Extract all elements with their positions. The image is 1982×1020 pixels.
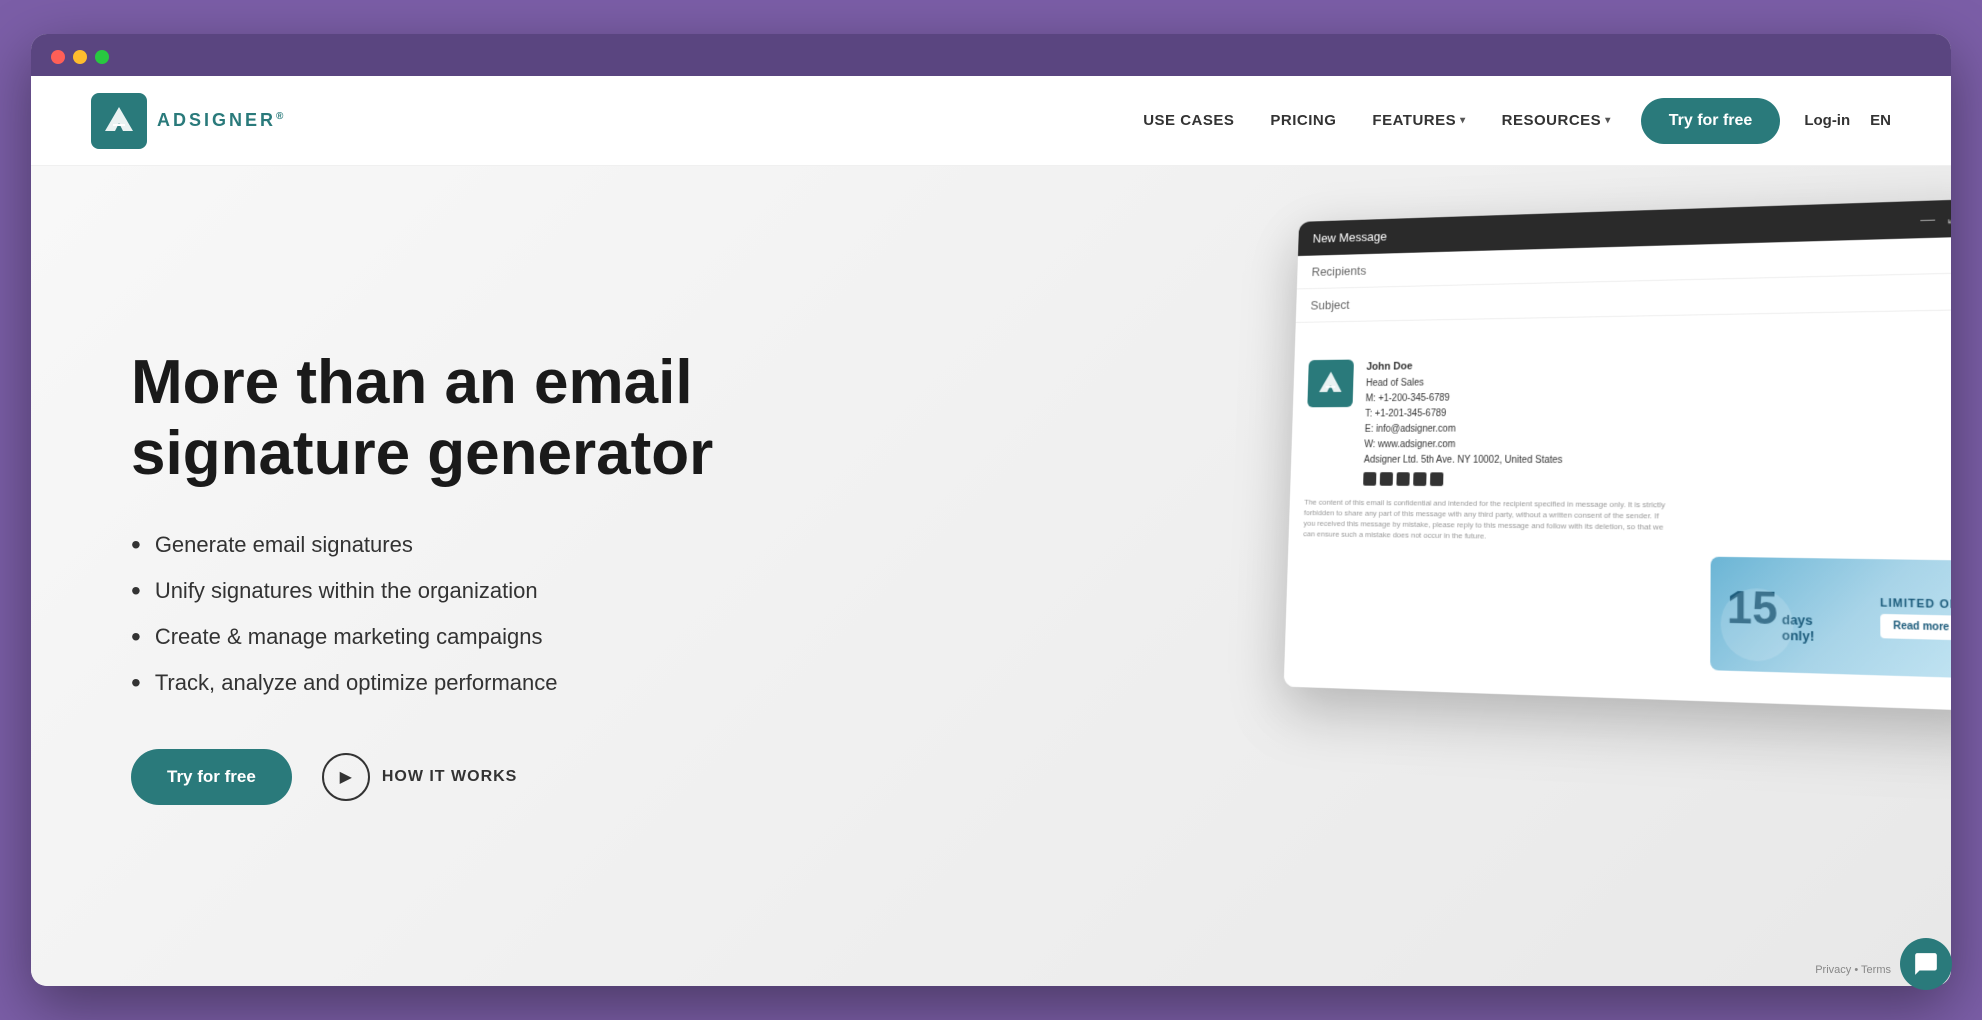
logo-icon (91, 93, 147, 149)
logo[interactable]: ADSIGNER® (91, 93, 286, 149)
twitter-icon (1380, 472, 1393, 486)
minimize-button[interactable] (73, 50, 87, 64)
promo-circle-decoration (1721, 588, 1794, 663)
privacy-text[interactable]: Privacy • Terms (1815, 964, 1891, 976)
how-it-works-button[interactable]: ▶ HOW IT WORKS (322, 753, 518, 801)
maximize-icon: ⤢ (1948, 210, 1951, 228)
bullet-4: Track, analyze and optimize performance (131, 667, 851, 699)
promo-offer-block: LIMITED OFFER! Read more (1880, 596, 1951, 640)
sig-social-icons (1363, 472, 1562, 487)
email-disclaimer: The content of this email is confidentia… (1303, 496, 1666, 544)
hero-bullets: Generate email signatures Unify signatur… (131, 529, 851, 699)
promo-read-more-button[interactable]: Read more (1880, 613, 1951, 639)
chevron-down-icon: ▾ (1460, 115, 1466, 126)
play-icon[interactable]: ▶ (322, 753, 370, 801)
minimize-icon: — (1920, 211, 1935, 229)
email-window: New Message — ⤢ ✕ Recipients Subject (1284, 198, 1951, 712)
instagram-icon (1413, 472, 1426, 486)
sig-email: E: info@adsigner.com (1365, 421, 1564, 437)
email-window-controls: — ⤢ ✕ (1920, 209, 1951, 228)
hero-actions: Try for free ▶ HOW IT WORKS (131, 749, 851, 805)
signature-logo (1307, 360, 1354, 408)
sig-company: Adsigner Ltd. 5th Ave. NY 10002, United … (1364, 453, 1563, 469)
promo-offer-text: LIMITED OFFER! (1880, 596, 1951, 611)
email-signature: John Doe Head of Sales M: +1-200-345-678… (1305, 351, 1951, 488)
sig-tel: T: +1-201-345-6789 (1365, 405, 1563, 422)
sig-web: W: www.adsigner.com (1364, 437, 1563, 453)
bullet-3: Create & manage marketing campaigns (131, 621, 851, 653)
nav-login-link[interactable]: Log-in (1804, 112, 1850, 129)
nav-resources[interactable]: RESOURCES ▾ (1502, 112, 1611, 129)
nav-try-free-button[interactable]: Try for free (1641, 98, 1781, 144)
email-window-title: New Message (1313, 229, 1387, 245)
hero-content: More than an email signature generator G… (131, 347, 851, 806)
facebook-icon (1363, 472, 1376, 486)
navbar: ADSIGNER® USE CASES PRICING FEATURES ▾ R… (31, 76, 1951, 166)
email-body: John Doe Head of Sales M: +1-200-345-678… (1284, 310, 1951, 712)
nav-features[interactable]: FEATURES ▾ (1372, 112, 1465, 129)
browser-chrome (31, 34, 1951, 76)
how-it-works-label: HOW IT WORKS (382, 768, 518, 786)
nav-lang-selector[interactable]: EN (1870, 112, 1891, 129)
chevron-down-icon: ▾ (1605, 115, 1611, 126)
hero-try-free-button[interactable]: Try for free (131, 749, 292, 805)
bullet-1: Generate email signatures (131, 529, 851, 561)
privacy-bar: Privacy • Terms (1815, 964, 1891, 976)
chat-bubble-button[interactable] (1900, 938, 1952, 990)
nav-links: USE CASES PRICING FEATURES ▾ RESOURCES ▾ (1143, 112, 1611, 129)
sig-title: Head of Sales (1366, 374, 1564, 391)
sig-mobile: M: +1-200-345-6789 (1365, 390, 1563, 407)
bullet-2: Unify signatures within the organization (131, 575, 851, 607)
youtube-icon (1430, 472, 1443, 486)
maximize-button[interactable] (95, 50, 109, 64)
email-mockup: New Message — ⤢ ✕ Recipients Subject (1271, 206, 1951, 695)
browser-controls (51, 50, 1931, 76)
logo-text: ADSIGNER® (157, 110, 286, 131)
browser-window: ADSIGNER® USE CASES PRICING FEATURES ▾ R… (31, 34, 1951, 986)
nav-pricing[interactable]: PRICING (1270, 112, 1336, 129)
sig-name: John Doe (1366, 357, 1564, 376)
close-button[interactable] (51, 50, 65, 64)
linkedin-icon (1396, 472, 1409, 486)
signature-info: John Doe Head of Sales M: +1-200-345-678… (1363, 357, 1564, 486)
hero-section: More than an email signature generator G… (31, 166, 1951, 986)
promo-banner: 15 days only! LIMITED OFFER! Read more (1710, 557, 1951, 680)
nav-use-cases[interactable]: USE CASES (1143, 112, 1234, 129)
hero-title: More than an email signature generator (131, 347, 851, 490)
